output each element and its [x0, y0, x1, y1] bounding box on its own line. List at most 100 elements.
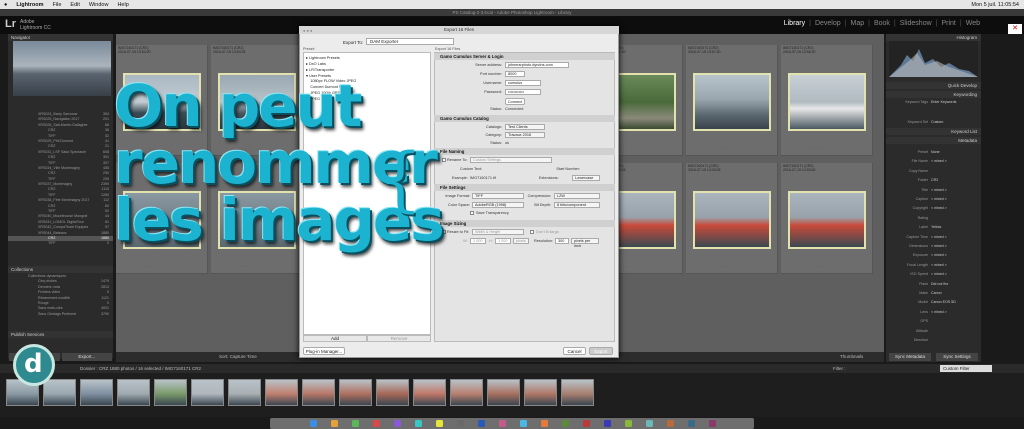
- rating-dots-icon[interactable]: ·····: [811, 147, 822, 151]
- export-to-select[interactable]: DAM Exporter: [366, 38, 454, 45]
- keyword-set-row[interactable]: Keyword Set Custom: [889, 120, 978, 125]
- metadata-row[interactable]: File Name < mixed >: [889, 159, 978, 164]
- grid-cell[interactable]: IMG7160171 (CR2) 2016-07-15 13:57:40 ····…: [686, 45, 778, 156]
- image-format-select[interactable]: TIFF: [472, 193, 524, 199]
- catalogs-select[interactable]: Test Clients: [505, 124, 545, 130]
- rating-dots-icon[interactable]: ·····: [716, 147, 727, 151]
- photo-thumbnail[interactable]: [693, 73, 771, 131]
- resolution-unit-select[interactable]: pixels per inch: [571, 238, 599, 248]
- rating-dots-icon[interactable]: ·····: [811, 265, 822, 269]
- metadata-row[interactable]: Make Canon: [889, 291, 978, 296]
- metadata-row[interactable]: GPS: [889, 319, 978, 324]
- section-image-sizing[interactable]: Image Sizing: [434, 220, 615, 227]
- sort-control[interactable]: Sort: Capture Time: [219, 354, 257, 359]
- close-icon[interactable]: ✕: [1008, 24, 1022, 34]
- dock-app-icon[interactable]: [604, 420, 611, 427]
- metadata-row[interactable]: Focal Length < mixed >: [889, 263, 978, 268]
- rating-dots-icon[interactable]: ·····: [621, 147, 632, 151]
- remove-preset-button[interactable]: Remove: [367, 335, 431, 342]
- height-field[interactable]: 1 000: [495, 238, 511, 244]
- preset-item[interactable]: ▸ Lightroom Presets: [306, 55, 340, 60]
- menu-lightroom[interactable]: Lightroom: [16, 2, 43, 8]
- metadata-row[interactable]: Capture Time < mixed >: [889, 235, 978, 240]
- photo-thumbnail[interactable]: [788, 73, 866, 131]
- menu-help[interactable]: Help: [117, 2, 128, 8]
- dock-app-icon[interactable]: [478, 420, 485, 427]
- metadata-row[interactable]: ISO Speed < mixed >: [889, 272, 978, 277]
- dock-app-icon[interactable]: [562, 420, 569, 427]
- metadata-row[interactable]: Title < mixed >: [889, 188, 978, 193]
- preset-item[interactable]: ▸ DxO Labs: [306, 61, 326, 66]
- dock-app-icon[interactable]: [583, 420, 590, 427]
- filmstrip-thumbnail[interactable]: [376, 379, 409, 406]
- filmstrip-thumbnail[interactable]: [487, 379, 520, 406]
- dock-app-icon[interactable]: [373, 420, 380, 427]
- metadata-row[interactable]: Altitude: [889, 329, 978, 334]
- rating-dots-icon[interactable]: ·····: [146, 265, 157, 269]
- section-file-naming[interactable]: File Naming: [434, 148, 615, 155]
- collection-item[interactable]: Sans Géotags Pertinent 3790: [8, 312, 113, 317]
- dock-app-icon[interactable]: [625, 420, 632, 427]
- export-button[interactable]: Export...: [61, 353, 112, 361]
- filmstrip-thumbnail[interactable]: [302, 379, 335, 406]
- metadata-row[interactable]: Direction: [889, 338, 978, 343]
- module-library[interactable]: Library: [784, 20, 805, 27]
- metadata-row[interactable]: Preset None: [889, 150, 978, 155]
- dock-app-icon[interactable]: [709, 420, 716, 427]
- metadata-row[interactable]: Model Canon EOS 5D: [889, 300, 978, 305]
- metadata-header[interactable]: Metadata: [886, 137, 981, 144]
- rating-dots-icon[interactable]: ·····: [716, 265, 727, 269]
- grid-cell[interactable]: IMG7160171 (CR2) 2016-07-15 13:58:20 ····…: [781, 45, 873, 156]
- dont-enlarge-checkbox[interactable]: [530, 230, 534, 234]
- username-field[interactable]: cumulus: [505, 80, 541, 86]
- cancel-button[interactable]: Cancel: [563, 347, 586, 355]
- color-space-select[interactable]: AdobeRGB (1998): [472, 202, 524, 208]
- compression-select[interactable]: LZW: [554, 193, 600, 199]
- module-print[interactable]: Print: [941, 20, 955, 27]
- filmstrip-thumbnail[interactable]: [561, 379, 594, 406]
- sync-metadata-button[interactable]: Sync Metadata: [889, 353, 931, 361]
- section-file-settings[interactable]: File Settings: [434, 184, 615, 191]
- navigator-preview[interactable]: [13, 41, 111, 96]
- dock-app-icon[interactable]: [331, 420, 338, 427]
- plugin-manager-button[interactable]: Plug-in Manager...: [303, 347, 345, 355]
- module-book[interactable]: Book: [874, 20, 890, 27]
- menu-window[interactable]: Window: [89, 2, 109, 8]
- rating-dots-icon[interactable]: ·····: [241, 265, 252, 269]
- section-catalog[interactable]: Gamo Cumulus Catalog: [434, 115, 615, 122]
- filmstrip-thumbnail[interactable]: [117, 379, 150, 406]
- size-unit-select[interactable]: pixels: [513, 238, 529, 244]
- filmstrip-thumbnail[interactable]: [191, 379, 224, 406]
- rating-dots-icon[interactable]: ·····: [621, 265, 632, 269]
- filmstrip-thumbnail[interactable]: [450, 379, 483, 406]
- resize-mode-select[interactable]: Width & Height: [472, 229, 524, 235]
- metadata-row[interactable]: Flash Did not fire: [889, 282, 978, 287]
- width-field[interactable]: 1 000: [470, 238, 486, 244]
- metadata-row[interactable]: Caption < mixed >: [889, 197, 978, 202]
- module-develop[interactable]: Develop: [815, 20, 841, 27]
- filmstrip-source[interactable]: Dossier : CRZ 1880 photos / 16 selected …: [80, 366, 201, 371]
- grid-cell[interactable]: IMG7160171 (CR2) 2016-07-15 14:03:05 ····…: [686, 163, 778, 274]
- metadata-row[interactable]: Dimensions < mixed >: [889, 244, 978, 249]
- filmstrip-thumbnail[interactable]: [339, 379, 372, 406]
- filmstrip-thumbnail[interactable]: [265, 379, 298, 406]
- folder-item[interactable]: TIFF 0: [8, 241, 113, 246]
- category-select[interactable]: Travaux 2016: [505, 132, 545, 138]
- collections-header[interactable]: Collections: [8, 266, 113, 273]
- server-address-field[interactable]: johnmarphoto.dyndns.com: [505, 62, 569, 68]
- filmstrip-thumbnail[interactable]: [154, 379, 187, 406]
- section-server-login[interactable]: Gamo Cumulus Server & Login: [434, 53, 615, 60]
- dock-app-icon[interactable]: [310, 420, 317, 427]
- dock-app-icon[interactable]: [457, 420, 464, 427]
- filmstrip-thumbnail[interactable]: [524, 379, 557, 406]
- quick-develop-header[interactable]: Quick Develop: [886, 82, 981, 89]
- histogram-header[interactable]: Histogram: [886, 34, 981, 41]
- export-submit-button[interactable]: Export: [589, 347, 613, 355]
- grid-cell[interactable]: IMG7160171 (CR2) 2016-07-15 14:03:40 ····…: [781, 163, 873, 274]
- add-preset-button[interactable]: Add: [303, 335, 367, 342]
- bit-depth-select[interactable]: 8 bits/component: [554, 202, 600, 208]
- publish-services-header[interactable]: Publish Services: [8, 331, 113, 338]
- filmstrip-thumbnail[interactable]: [43, 379, 76, 406]
- connect-button[interactable]: Connect: [505, 98, 525, 105]
- metadata-row[interactable]: Rating: [889, 216, 978, 221]
